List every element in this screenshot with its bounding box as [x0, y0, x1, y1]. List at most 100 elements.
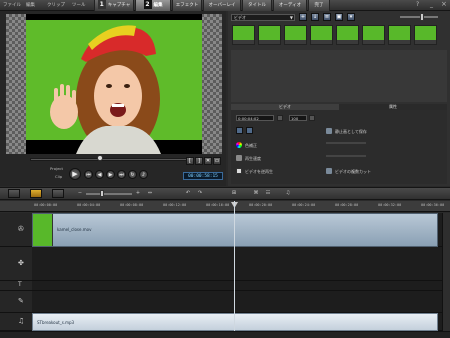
ripple-edit-icon[interactable]: ⊞	[230, 190, 238, 197]
chevron-down-icon: ▼	[289, 15, 293, 20]
slider-handle[interactable]	[420, 13, 424, 21]
step-forward-icon[interactable]: ▶	[106, 170, 115, 179]
step-number: 2	[143, 0, 152, 9]
media-filter-icon[interactable]: ▣	[335, 13, 343, 21]
volume-icon[interactable]: ♪	[139, 170, 148, 179]
multi-trim-option[interactable]: ビデオの複数カット	[335, 169, 371, 175]
menu-file[interactable]: ファイル	[3, 1, 21, 10]
reverse-video-option[interactable]: ビデオを逆再生	[245, 169, 273, 175]
scrubber-handle[interactable]	[97, 155, 103, 161]
media-thumbnail[interactable]	[336, 25, 359, 45]
media-thumbnail[interactable]	[258, 25, 281, 45]
overlay-track-header: ✤	[0, 247, 32, 281]
voice-track[interactable]	[32, 291, 442, 313]
tab-capture[interactable]: 1 キャプチャ	[94, 0, 134, 11]
clip-mode-label[interactable]: Clip	[55, 174, 62, 179]
timeline-vertical-scrollbar[interactable]	[442, 213, 450, 331]
voice-track-icon: ✎	[18, 297, 24, 305]
menu-bar: ファイル 編集 クリップ ツール 1 キャプチャ 2 編集 エフェクト オーバーレイ…	[0, 0, 450, 11]
step-number: 1	[97, 0, 106, 9]
music-track-header: ♫	[0, 313, 32, 331]
menu-clip[interactable]: クリップ	[47, 1, 65, 10]
mark-out-button[interactable]: ]	[195, 157, 203, 165]
zoom-handle[interactable]	[100, 190, 104, 197]
tab-audio[interactable]: オーディオ	[273, 0, 307, 11]
tab-video-options[interactable]: ビデオ	[231, 104, 339, 110]
project-mode-label[interactable]: Project	[50, 166, 63, 171]
title-track-header: T	[0, 281, 32, 291]
title-track[interactable]	[32, 281, 442, 291]
play-button[interactable]: ▶	[69, 168, 81, 180]
color-correction-option[interactable]: 色補正	[245, 143, 257, 149]
tab-attributes[interactable]: 属性	[339, 104, 447, 110]
fit-project-icon[interactable]: ⇔	[146, 190, 154, 197]
reverse-checkbox[interactable]	[236, 168, 242, 174]
media-thumbnail[interactable]	[388, 25, 411, 45]
dropdown-value: ビデオ	[234, 15, 246, 20]
playback-speed-option[interactable]: 再生速度	[245, 156, 261, 162]
end-icon[interactable]: ⏭	[117, 170, 126, 179]
media-thumbnail[interactable]	[362, 25, 385, 45]
library-options-icon[interactable]: ▾	[347, 13, 355, 21]
video-clip[interactable]: kamel_close.mov	[32, 213, 438, 247]
timecode-display[interactable]: 00:00:58:15	[183, 172, 223, 180]
video-preview[interactable]	[26, 14, 202, 154]
video-track-icon: ✇	[18, 225, 24, 233]
add-folder-icon[interactable]: +	[299, 13, 307, 21]
ruler-tick: 00:00:20:00	[249, 203, 273, 207]
zoom-slider[interactable]	[86, 193, 132, 195]
library-category-dropdown[interactable]: ビデオ ▼	[231, 14, 295, 21]
duration-field[interactable]: 0:00:04:02	[236, 115, 274, 121]
redo-icon[interactable]: ↷	[196, 190, 204, 197]
menu-edit[interactable]: 編集	[26, 1, 35, 10]
audio-clip[interactable]: STbreakout_s.mp3	[32, 313, 438, 331]
audio-view-button[interactable]	[52, 189, 64, 198]
close-icon[interactable]: ×	[441, 0, 447, 8]
timeline-view-button[interactable]	[30, 189, 42, 198]
split-clip-button[interactable]: ✕	[204, 157, 212, 165]
chapter-icon[interactable]: ⌘	[252, 190, 260, 197]
speed-spin-button[interactable]	[309, 115, 315, 121]
fullscreen-button[interactable]: ▭	[213, 157, 221, 165]
auto-music-icon[interactable]: ♫	[284, 190, 292, 197]
import-media-icon[interactable]: ↓	[311, 13, 319, 21]
video-clip-name: kamel_close.mov	[57, 227, 92, 232]
rotate-right-icon[interactable]	[246, 127, 253, 134]
minimize-icon[interactable]: _	[430, 1, 433, 8]
clip-thumbnail	[33, 214, 53, 246]
help-icon[interactable]: ?	[416, 1, 419, 8]
tab-effect[interactable]: エフェクト	[172, 0, 202, 11]
storyboard-view-button[interactable]	[8, 189, 20, 198]
overlay-track[interactable]	[32, 247, 442, 281]
save-still-option[interactable]: 静止画として保存	[335, 129, 367, 135]
repeat-icon[interactable]: ↻	[128, 170, 137, 179]
library-empty-area	[231, 50, 447, 102]
thumbnail-size-slider[interactable]	[400, 16, 438, 18]
zoom-in-icon[interactable]: +	[134, 190, 142, 197]
spin-button[interactable]	[277, 115, 283, 121]
tab-overlay[interactable]: オーバーレイ	[203, 0, 241, 11]
step-back-icon[interactable]: ◀	[95, 170, 104, 179]
mixer-icon[interactable]: ☷	[264, 190, 272, 197]
media-thumbnail[interactable]	[310, 25, 333, 45]
ruler-tick: 00:00:00:00	[34, 203, 58, 207]
tab-finish[interactable]: 完了	[308, 0, 330, 11]
speed-field[interactable]: 100	[289, 115, 307, 121]
ruler-tick: 00:00:12:00	[163, 203, 187, 207]
mark-in-button[interactable]: [	[186, 157, 194, 165]
video-track-header: ✇	[0, 213, 32, 247]
tab-title[interactable]: タイトル	[242, 0, 272, 11]
media-thumbnail[interactable]	[232, 25, 255, 45]
menu-tools[interactable]: ツール	[72, 1, 86, 10]
zoom-out-icon[interactable]: −	[76, 190, 84, 197]
media-thumbnail[interactable]	[284, 25, 307, 45]
sort-icon[interactable]: ≡	[323, 13, 331, 21]
rotate-left-icon[interactable]	[236, 127, 243, 134]
status-bar	[0, 331, 450, 338]
media-thumbnail[interactable]	[414, 25, 437, 45]
tab-edit[interactable]: 2 編集	[135, 0, 171, 11]
home-icon[interactable]: ⏮	[84, 170, 93, 179]
preview-scrubber[interactable]	[30, 158, 190, 161]
save-still-icon	[326, 128, 332, 134]
undo-icon[interactable]: ↶	[184, 190, 192, 197]
